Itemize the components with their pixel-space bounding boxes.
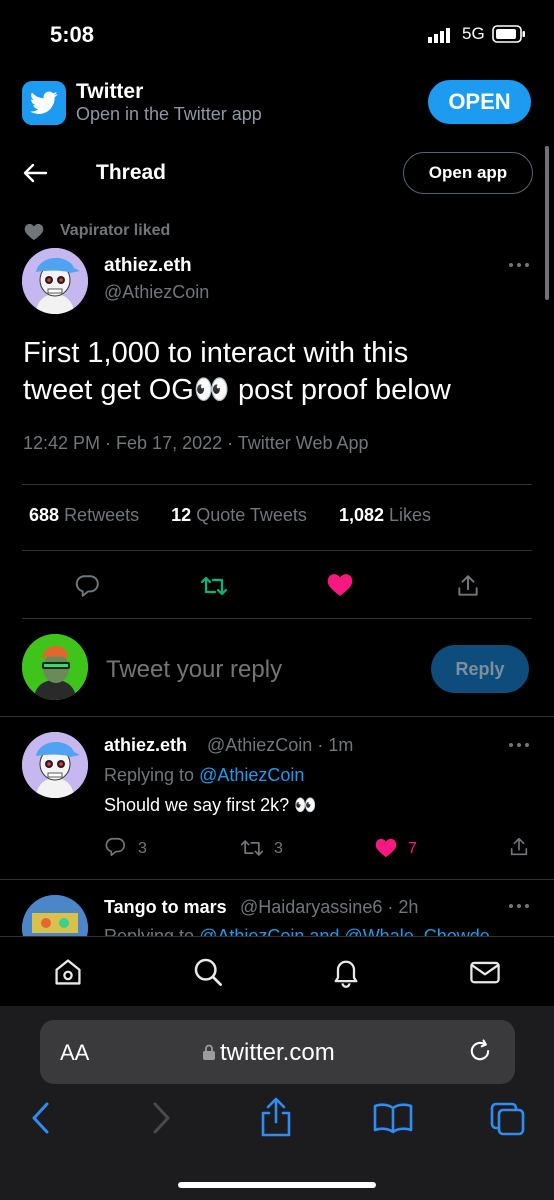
tweet-text-line2: tweet get OG👀 post proof below <box>23 372 523 409</box>
reply-icon[interactable] <box>74 573 100 599</box>
likes-label: Likes <box>389 505 432 525</box>
reply-author-name[interactable]: athiez.eth <box>104 735 187 756</box>
home-icon[interactable] <box>52 956 84 988</box>
tabs-icon[interactable] <box>488 1100 528 1138</box>
author-avatar[interactable] <box>22 248 88 314</box>
divider <box>22 550 532 551</box>
retweets-count: 688 <box>29 505 60 525</box>
retweets-stat[interactable]: 688 Retweets <box>29 505 139 525</box>
signal-icon <box>428 27 454 43</box>
reply-text: Should we say first 2k? 👀 <box>104 795 317 815</box>
reply-icon[interactable] <box>104 836 126 858</box>
search-icon[interactable] <box>192 956 224 988</box>
browser-forward-icon[interactable] <box>150 1100 172 1136</box>
quotes-count: 12 <box>171 505 192 525</box>
likes-stat[interactable]: 1,082 Likes <box>339 505 431 525</box>
tweet-text: First 1,000 to interact with this tweet … <box>23 335 523 409</box>
author-name[interactable]: athiez.eth <box>104 255 192 277</box>
replying-to: Replying to @AthiezCoin and @Whale_Chowd… <box>104 926 524 936</box>
status-time: 5:08 <box>50 22 95 47</box>
reply-input[interactable] <box>106 656 406 684</box>
current-user-avatar[interactable] <box>22 634 88 700</box>
like-icon[interactable] <box>327 573 353 597</box>
divider <box>0 716 554 717</box>
tweet-text-part: tweet get OG <box>23 374 194 406</box>
browser-share-icon[interactable] <box>258 1096 294 1138</box>
bookmarks-icon[interactable] <box>372 1102 414 1134</box>
share-icon[interactable] <box>508 836 530 858</box>
replying-to: Replying to @AthiezCoin <box>104 765 304 786</box>
reply-count: 3 <box>138 840 147 857</box>
social-context[interactable]: Vapirator liked <box>60 222 170 240</box>
engagement-stats: 688 Retweets 12 Quote Tweets 1,082 Likes <box>29 505 431 526</box>
replying-to-link[interactable]: @AthiezCoin <box>199 765 304 785</box>
page-title: Thread <box>96 161 167 184</box>
reply-author-name[interactable]: Tango to mars <box>104 897 227 918</box>
open-in-app-button[interactable]: OPEN <box>428 80 531 124</box>
tweet-text-line1: First 1,000 to interact with this <box>23 337 409 369</box>
like-count: 7 <box>408 840 417 857</box>
share-icon[interactable] <box>455 573 481 599</box>
more-options-icon[interactable] <box>508 903 530 909</box>
replying-to-prefix: Replying to <box>104 765 200 785</box>
divider <box>0 879 554 880</box>
heart-icon <box>24 223 44 241</box>
reply-author-avatar[interactable] <box>22 732 88 798</box>
reader-settings-button[interactable]: AA <box>60 1040 89 1066</box>
retweets-label: Retweets <box>64 505 140 525</box>
retweet-icon[interactable] <box>240 837 264 859</box>
notifications-bell-icon[interactable] <box>330 956 362 988</box>
replying-to-link[interactable]: @AthiezCoin and @Whale_Chowde <box>199 926 490 936</box>
reply-meta[interactable]: @AthiezCoin · 1m <box>207 735 353 756</box>
messages-mail-icon[interactable] <box>468 956 502 988</box>
twitter-logo-icon <box>22 81 66 125</box>
network-label: 5G <box>462 24 485 43</box>
reply-button[interactable]: Reply <box>431 645 529 693</box>
eyes-emoji: 👀 <box>193 374 230 406</box>
home-indicator[interactable] <box>178 1182 376 1188</box>
battery-icon <box>492 25 526 43</box>
replying-to-prefix: Replying to <box>104 926 200 936</box>
retweet-icon[interactable] <box>200 573 228 599</box>
author-handle[interactable]: @AthiezCoin <box>104 282 209 303</box>
lock-icon <box>202 1043 216 1061</box>
browser-back-icon[interactable] <box>30 1100 52 1136</box>
quotes-label: Quote Tweets <box>196 505 307 525</box>
quotes-stat[interactable]: 12 Quote Tweets <box>171 505 307 525</box>
retweet-count: 3 <box>274 840 283 857</box>
banner-title: Twitter <box>76 80 144 103</box>
like-icon[interactable] <box>374 838 398 858</box>
divider <box>22 484 532 485</box>
more-options-icon[interactable] <box>508 742 530 748</box>
open-app-button[interactable]: Open app <box>403 152 533 194</box>
reply-meta[interactable]: @Haidaryassine6 · 2h <box>240 897 418 918</box>
banner-subtitle: Open in the Twitter app <box>76 104 262 124</box>
scrollbar[interactable] <box>545 146 549 300</box>
tweet-timestamp[interactable]: 12:42 PM · Feb 17, 2022 · Twitter Web Ap… <box>23 433 369 454</box>
more-options-icon[interactable] <box>508 262 530 268</box>
reload-icon[interactable] <box>466 1037 494 1065</box>
divider <box>22 618 532 619</box>
tweet-text-part: post proof below <box>229 374 451 406</box>
likes-count: 1,082 <box>338 505 384 525</box>
url-text[interactable]: twitter.com <box>220 1039 335 1067</box>
back-arrow-icon[interactable] <box>22 161 48 185</box>
